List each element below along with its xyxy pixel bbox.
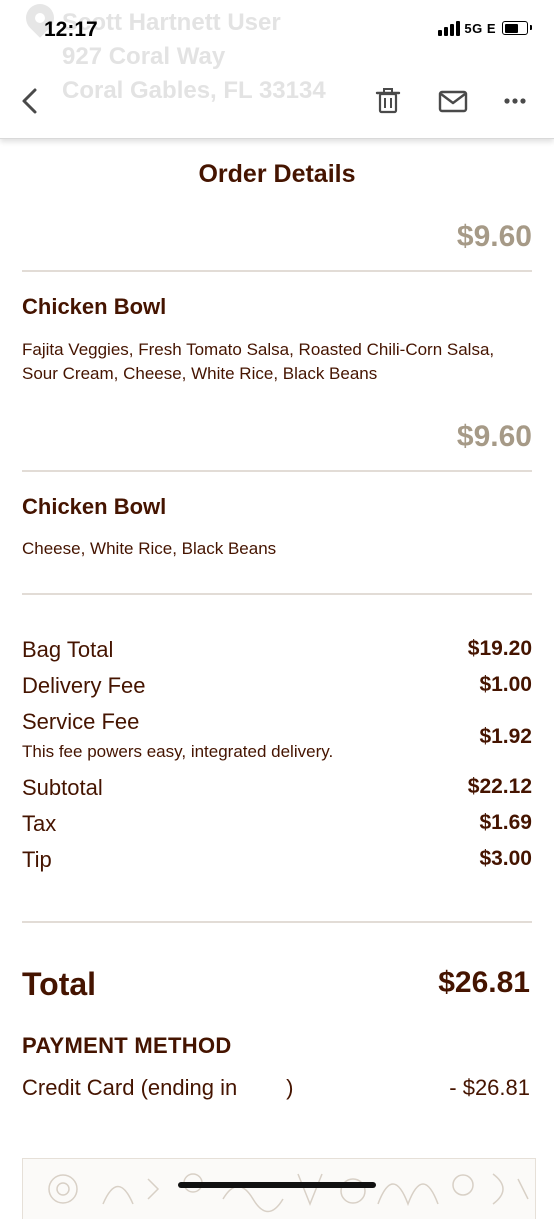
- signal-icon: [438, 20, 461, 36]
- mail-button[interactable]: [436, 84, 470, 118]
- back-chevron-icon: [22, 88, 37, 114]
- summary-label: Delivery Fee: [22, 673, 146, 698]
- page-title: Order Details: [198, 160, 356, 188]
- delete-button[interactable]: [371, 84, 405, 118]
- summary-label: Tax: [22, 811, 57, 836]
- payment-method-label: Credit Card (ending in ): [22, 1075, 294, 1100]
- summary-row-bag-total: Bag Total $19.20: [22, 637, 532, 663]
- decorative-pattern-banner: [22, 1158, 536, 1219]
- summary-value: $1.69: [479, 811, 532, 834]
- item-description: Fajita Veggies, Fresh Tomato Salsa, Roas…: [22, 340, 495, 383]
- item-price: $9.60: [456, 420, 532, 453]
- summary-value: $22.12: [467, 775, 532, 798]
- network-label: 5G E: [464, 20, 496, 36]
- summary-value: $1.00: [479, 673, 532, 696]
- item-name: Chicken Bowl: [22, 494, 167, 519]
- total-label: Total: [22, 966, 97, 1002]
- back-button[interactable]: [14, 84, 48, 118]
- status-indicators: 5G E: [438, 20, 532, 36]
- summary-row-subtotal: Subtotal $22.12: [22, 775, 532, 801]
- faded-line-street: 927 Coral Way: [62, 43, 226, 70]
- home-indicator: [178, 1182, 376, 1188]
- total-value: $26.81: [438, 966, 530, 999]
- mail-icon: [438, 90, 468, 113]
- item-name: Chicken Bowl: [22, 294, 167, 319]
- divider: [22, 270, 532, 272]
- item-price: $9.60: [456, 220, 532, 253]
- summary-row-tip: Tip $3.00: [22, 847, 532, 873]
- item-description: Cheese, White Rice, Black Beans: [22, 539, 277, 558]
- battery-icon: [502, 21, 532, 35]
- divider: [22, 470, 532, 472]
- trash-icon: [375, 88, 401, 114]
- more-button[interactable]: [498, 84, 532, 118]
- summary-value: $3.00: [479, 847, 532, 870]
- service-fee-note: This fee powers easy, integrated deliver…: [22, 742, 334, 761]
- summary-label: Tip: [22, 847, 52, 872]
- summary-value: $19.20: [467, 637, 532, 660]
- payment-method-heading: PAYMENT METHOD: [22, 1033, 232, 1058]
- faded-address-header: Scott Hartnett User 927 Coral Way Coral …: [62, 6, 326, 108]
- summary-label: Bag Total: [22, 637, 114, 662]
- status-time: 12:17: [44, 18, 98, 41]
- faded-line-city: Coral Gables, FL 33134: [62, 77, 326, 104]
- divider: [22, 593, 532, 595]
- doodle-pattern-icon: [48, 1173, 529, 1213]
- more-icon: [504, 98, 526, 104]
- summary-value: $1.92: [479, 725, 532, 748]
- payment-amount: - $26.81: [449, 1075, 530, 1100]
- summary-label: Subtotal: [22, 775, 103, 800]
- faded-line-name: Scott Hartnett User: [62, 9, 281, 36]
- summary-row-tax: Tax $1.69: [22, 811, 532, 837]
- summary-row-delivery-fee: Delivery Fee $1.00: [22, 673, 532, 699]
- divider: [22, 921, 532, 923]
- top-bar: Scott Hartnett User 927 Coral Way Coral …: [0, 0, 554, 139]
